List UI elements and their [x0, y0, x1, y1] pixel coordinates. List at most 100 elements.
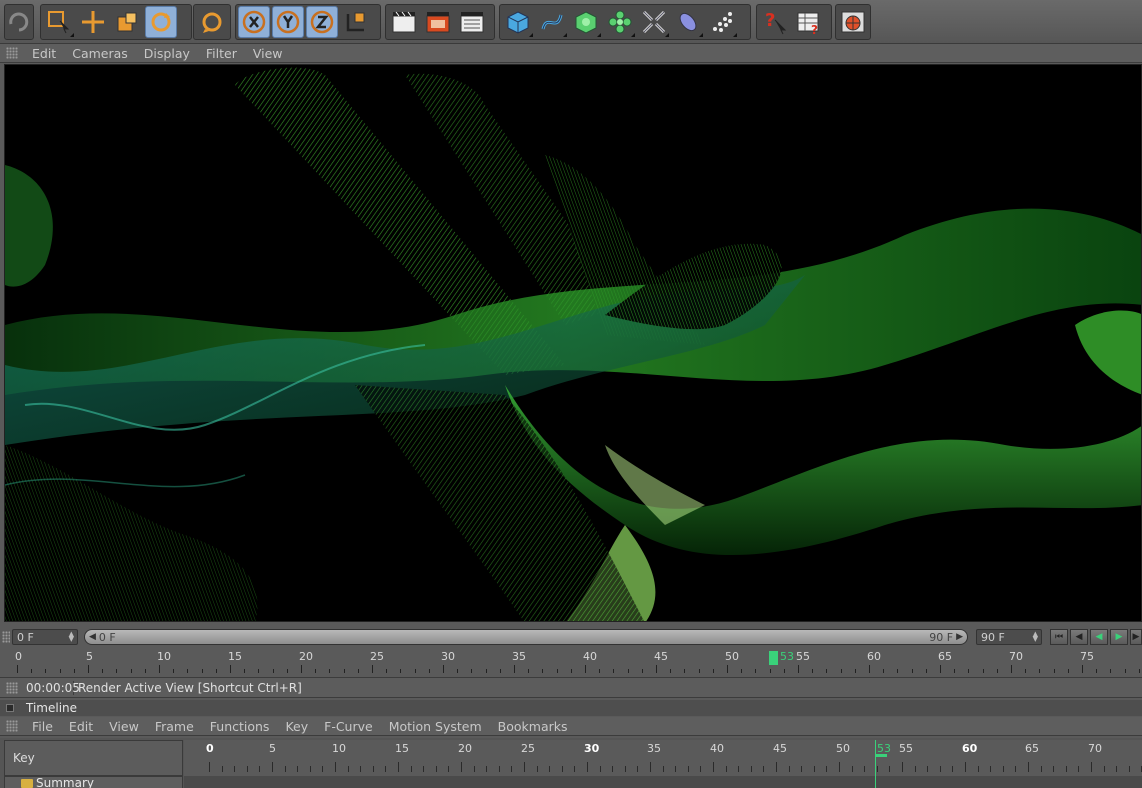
tl-menu-key[interactable]: Key [277, 719, 316, 734]
ruler-tick [854, 669, 856, 673]
ruler-tick [627, 669, 629, 673]
status-grip-icon[interactable] [6, 681, 18, 694]
ruler-tick [741, 669, 743, 673]
ruler-tick [514, 665, 515, 673]
viewport-grip-icon[interactable] [6, 47, 18, 59]
nurbs-icon[interactable] [570, 6, 602, 38]
ruler-label: 55 [796, 650, 810, 663]
tl-menu-motion-system[interactable]: Motion System [381, 719, 490, 734]
coordinate-system-icon[interactable] [340, 6, 372, 38]
tl-menu-file[interactable]: File [24, 719, 61, 734]
render-settings-icon[interactable] [456, 6, 488, 38]
frame-ruler[interactable]: 0 5 10 15 20 25 30 35 40 45 50 55 60 65 70 75 53 [0, 649, 1142, 675]
current-frame-marker[interactable] [769, 651, 778, 665]
timeline-tick [1015, 766, 1017, 772]
ruler-tick [116, 669, 118, 673]
live-selection-icon[interactable] [43, 6, 75, 38]
spinner-icon[interactable]: ▲ ▼ [1033, 631, 1038, 643]
timeline-label: 60 [962, 742, 978, 755]
slider-left-arrow-icon[interactable]: ◀ [89, 632, 96, 642]
frame-range-slider[interactable]: ◀ 0 F 90 F ▶ [84, 629, 968, 645]
table-help-icon[interactable]: ? [793, 6, 825, 38]
timeline-ruler[interactable]: 0 5 10 15 20 25 30 35 40 45 50 55 60 65 70 53 [184, 740, 1142, 776]
tl-menu-f-curve[interactable]: F-Curve [316, 719, 381, 734]
timeline-label: 5 [269, 742, 276, 755]
rotate-alt-icon[interactable] [196, 6, 228, 38]
status-message: Render Active View [Shortcut Ctrl+R] [78, 680, 302, 695]
summary-track[interactable] [184, 776, 1142, 788]
tl-menu-view[interactable]: View [101, 719, 147, 734]
ruler-tick [159, 665, 160, 673]
ruler-label: 10 [157, 650, 171, 663]
array-icon[interactable] [604, 6, 636, 38]
tl-menu-frame[interactable]: Frame [147, 719, 202, 734]
tl-menu-edit[interactable]: Edit [61, 719, 101, 734]
ruler-tick [528, 669, 530, 673]
spinner-icon[interactable]: ▲ ▼ [69, 631, 74, 643]
play-forward-icon[interactable]: ▶ [1110, 629, 1128, 645]
ruler-tick [968, 669, 970, 673]
start-frame-field[interactable]: 0 F ▲ ▼ [12, 629, 78, 645]
tl-menu-functions[interactable]: Functions [202, 719, 278, 734]
menu-cameras[interactable]: Cameras [64, 46, 136, 61]
render-view-icon[interactable] [388, 6, 420, 38]
ruler-tick [428, 669, 430, 673]
z-axis-icon[interactable] [306, 6, 338, 38]
y-axis-icon[interactable] [272, 6, 304, 38]
cube-primitive-icon[interactable] [502, 6, 534, 38]
previous-frame-icon[interactable]: ◀ [1070, 629, 1088, 645]
next-frame-icon[interactable]: ▶ [1130, 629, 1142, 645]
end-frame-field[interactable]: 90 F ▲ ▼ [976, 629, 1042, 645]
editor-viewport[interactable] [4, 64, 1142, 622]
particles-icon[interactable] [706, 6, 738, 38]
menu-view[interactable]: View [245, 46, 291, 61]
x-axis-icon[interactable] [238, 6, 270, 38]
play-backward-icon[interactable]: ◀ [1090, 629, 1108, 645]
timeline-grip-icon[interactable] [6, 720, 18, 732]
ruler-tick [31, 669, 33, 673]
key-header-label: Key [13, 751, 35, 765]
timeline-tick [221, 766, 223, 772]
environment-icon[interactable] [672, 6, 704, 38]
timeline-tick [385, 766, 387, 772]
timeline-tick [209, 762, 210, 772]
timeline-tick [662, 766, 664, 772]
timeline-tick [587, 762, 588, 772]
scale-icon[interactable] [111, 6, 143, 38]
move-icon[interactable] [77, 6, 109, 38]
ruler-tick [244, 669, 246, 673]
tl-menu-bookmarks[interactable]: Bookmarks [490, 719, 576, 734]
ruler-tick [315, 669, 317, 673]
menu-display[interactable]: Display [136, 46, 198, 61]
render-picture-viewer-icon[interactable] [422, 6, 454, 38]
help-icon[interactable]: ? [759, 6, 791, 38]
menu-filter[interactable]: Filter [198, 46, 245, 61]
ruler-label: 0 [15, 650, 22, 663]
ruler-tick [215, 669, 217, 673]
ruler-tick [1067, 669, 1069, 673]
summary-row[interactable]: Summary [4, 776, 183, 788]
ruler-label: 65 [938, 650, 952, 663]
timeline-tick [990, 766, 992, 772]
deformer-icon[interactable] [638, 6, 670, 38]
browser-icon[interactable] [838, 6, 868, 38]
rotate-icon[interactable] [145, 6, 177, 38]
timeline-tick [939, 766, 941, 772]
spline-icon[interactable] [536, 6, 568, 38]
ruler-label: 40 [583, 650, 597, 663]
timeline-title-bar: Timeline [0, 700, 1142, 716]
go-to-start-icon[interactable]: ⏮ [1050, 629, 1068, 645]
timeline-tick [700, 766, 702, 772]
timeline-current-frame-marker[interactable] [875, 754, 887, 757]
redo-icon[interactable] [7, 6, 31, 38]
timeline-label: 0 [206, 742, 214, 755]
ruler-tick [812, 669, 814, 673]
ruler-tick [1025, 669, 1027, 673]
frame-bar-grip-icon[interactable] [2, 631, 10, 643]
menu-edit[interactable]: Edit [24, 46, 64, 61]
timeline-tick [675, 766, 677, 772]
slider-right-arrow-icon[interactable]: ▶ [956, 632, 963, 642]
panel-close-icon[interactable] [6, 704, 14, 712]
viewport-menu-bar: Edit Cameras Display Filter View [0, 44, 1142, 63]
timeline-playhead[interactable] [875, 740, 876, 788]
